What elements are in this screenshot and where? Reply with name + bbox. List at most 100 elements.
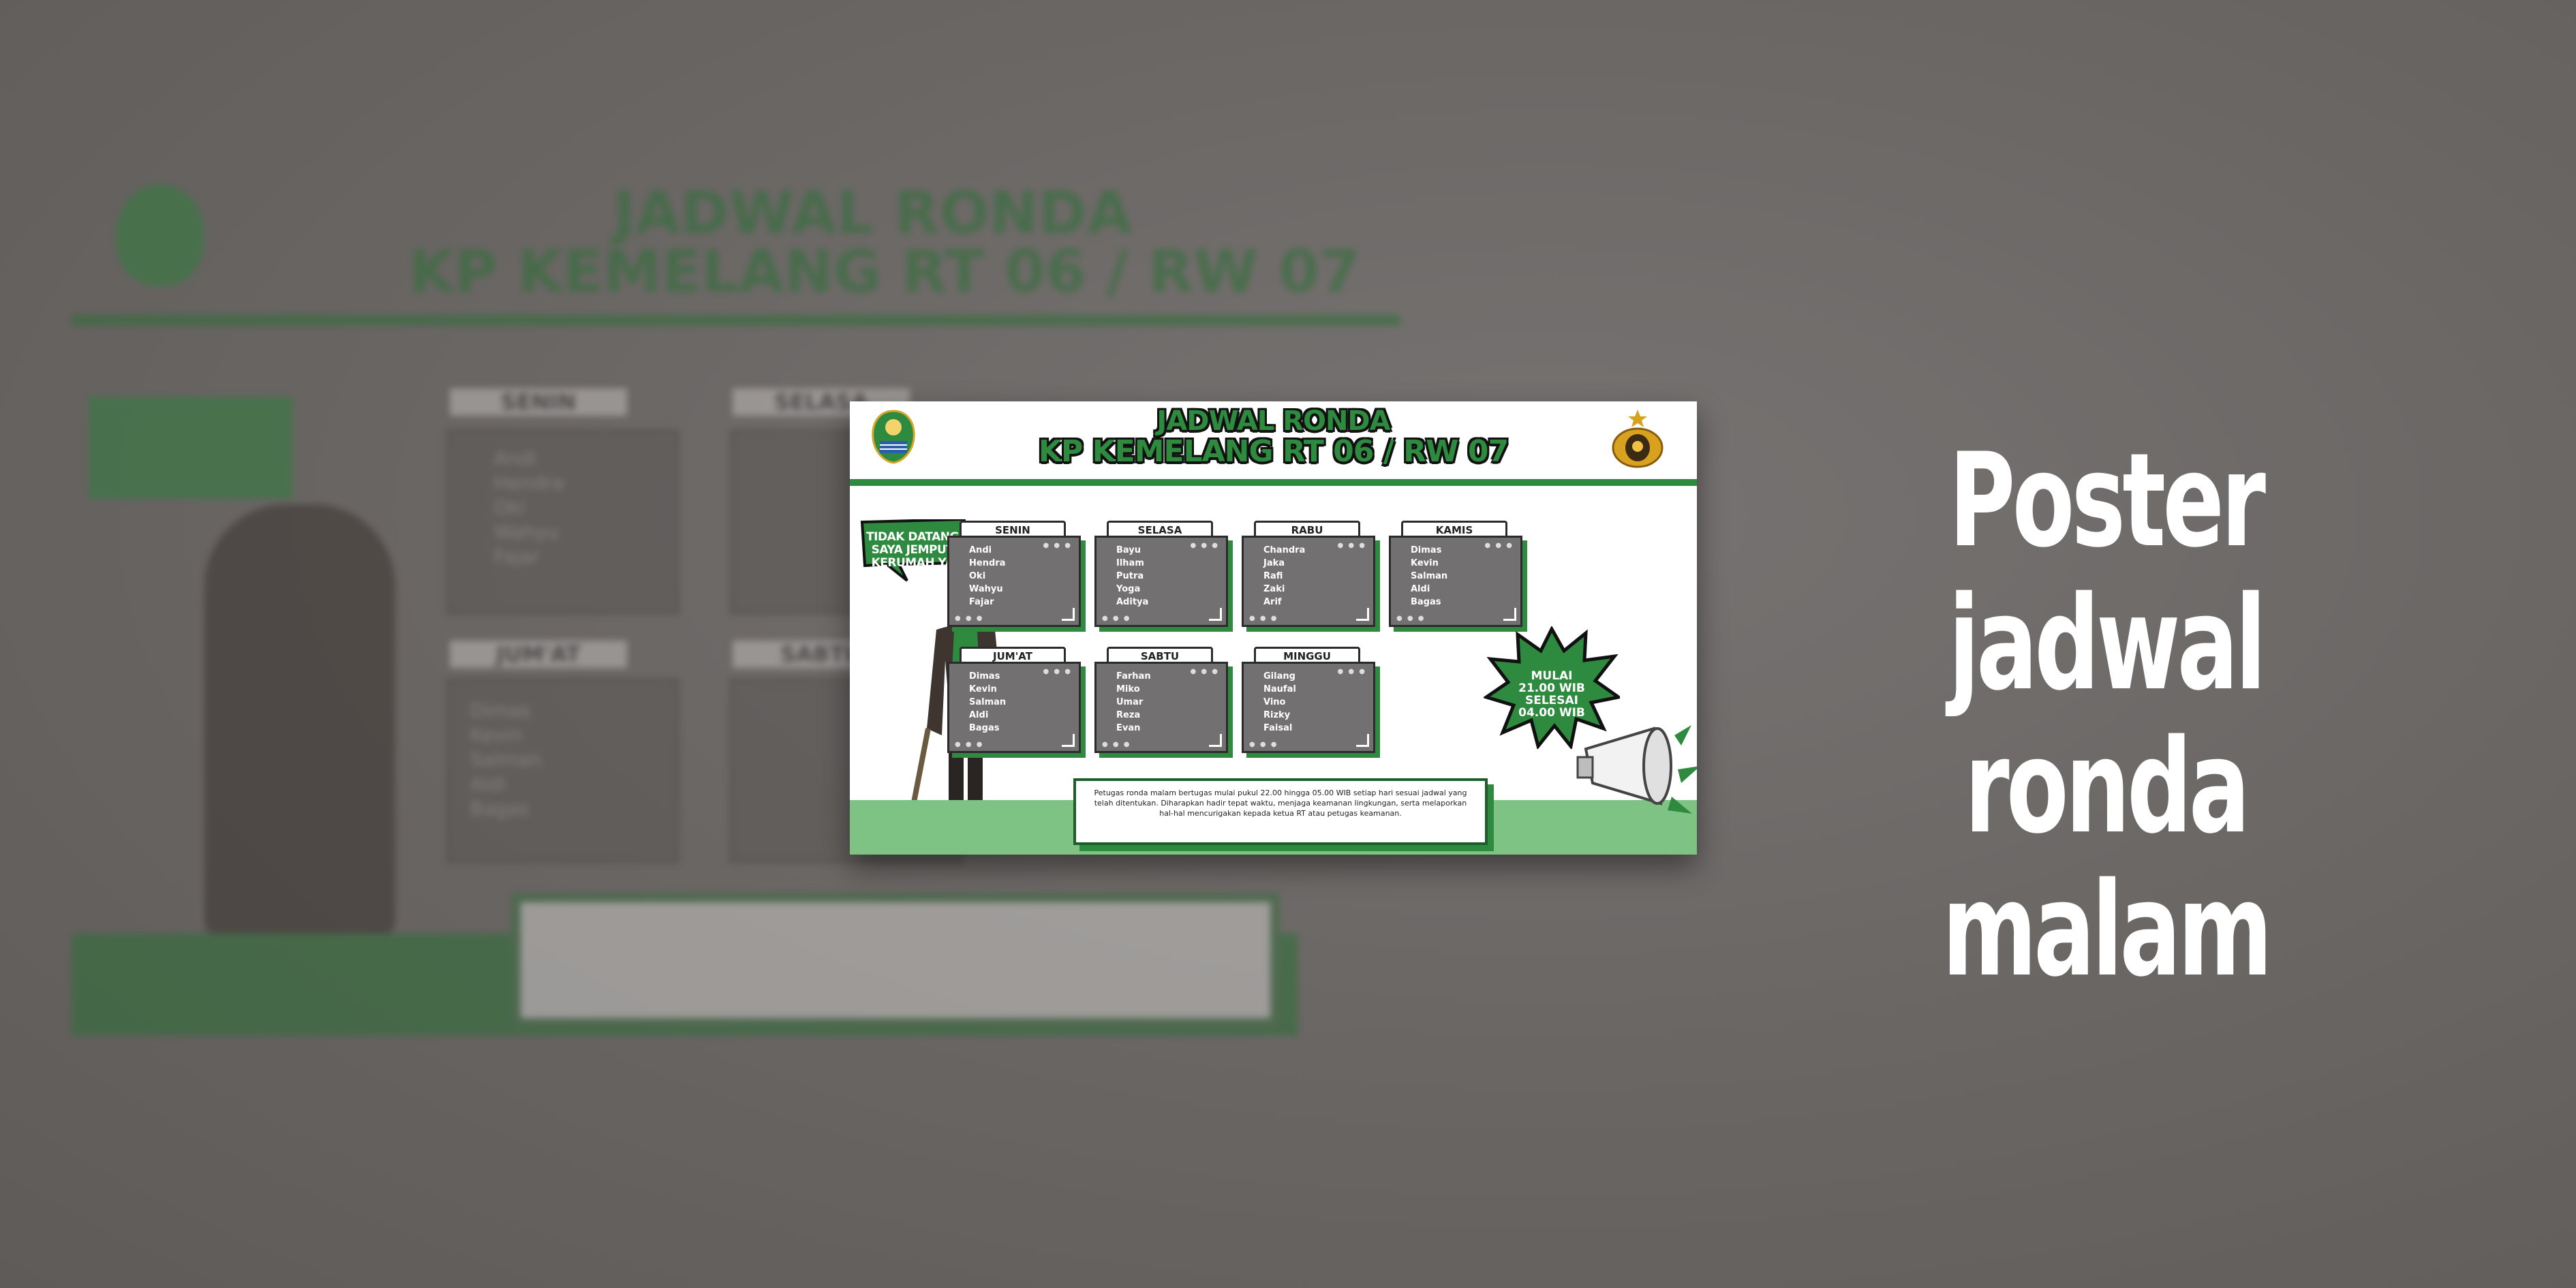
window-dots: ● ● ● bbox=[1190, 542, 1219, 549]
window-dots: ● ● ● bbox=[1396, 615, 1426, 622]
blurred-names-senin: Andi Hendra Oki Wahyu Fajar bbox=[494, 446, 564, 569]
window-dots: ● ● ● bbox=[1043, 542, 1072, 549]
day-card-minggu: MINGGU ● ● ● ● ● ● Gilang Naufal Vino Ri… bbox=[1242, 647, 1378, 756]
time-line: SELESAI bbox=[1524, 694, 1579, 707]
note-text: Petugas ronda malam bertugas mulai pukul… bbox=[1094, 788, 1467, 818]
window-dots: ● ● ● bbox=[1043, 668, 1072, 675]
member-name: Dimas bbox=[1411, 545, 1442, 555]
headline-line: Poster bbox=[1948, 425, 2266, 576]
blurred-title-line1: JADWAL RONDA bbox=[613, 179, 1133, 247]
day-card-rabu: RABU ● ● ● ● ● ● Chandra Jaka Rafi Zaki … bbox=[1242, 521, 1378, 630]
window-dots: ● ● ● bbox=[1102, 615, 1131, 622]
member-name: Salman bbox=[1411, 571, 1448, 581]
member-name: Rizky bbox=[1263, 710, 1291, 720]
member-list: Chandra Jaka Rafi Zaki Arif bbox=[1263, 544, 1305, 609]
poster: JADWAL RONDA KP KEMELANG RT 06 / RW 07 T… bbox=[850, 401, 1697, 855]
note-box: Petugas ronda malam bertugas mulai pukul… bbox=[1073, 778, 1488, 845]
window-dots: ● ● ● bbox=[955, 741, 984, 748]
window-dots: ● ● ● bbox=[1102, 741, 1131, 748]
day-card-sabtu: SABTU ● ● ● ● ● ● Farhan Miko Umar Reza … bbox=[1094, 647, 1231, 756]
blurred-name: Andi bbox=[494, 447, 537, 470]
member-name: Arif bbox=[1263, 597, 1282, 607]
megaphone-icon bbox=[1576, 725, 1697, 814]
blurred-figure bbox=[204, 504, 395, 940]
day-box: ● ● ● ● ● ● bbox=[1242, 536, 1375, 627]
member-name: Ilham bbox=[1116, 558, 1144, 568]
blurred-rule bbox=[72, 315, 1400, 326]
member-name: Kevin bbox=[1411, 558, 1439, 568]
corner-bracket bbox=[1356, 608, 1369, 621]
member-list: Andi Hendra Oki Wahyu Fajar bbox=[969, 544, 1005, 609]
member-name: Faisal bbox=[1263, 723, 1293, 733]
day-box: ● ● ● ● ● ● bbox=[947, 536, 1081, 627]
time-line: MULAI bbox=[1531, 669, 1573, 683]
window-dots: ● ● ● bbox=[1337, 668, 1366, 675]
blurred-name: Fajar bbox=[494, 545, 540, 568]
member-name: Gilang bbox=[1263, 671, 1295, 681]
member-name: Hendra bbox=[969, 558, 1006, 568]
member-list: Dimas Kevin Salman Aldi Bagas bbox=[1411, 544, 1447, 609]
member-list: Farhan Miko Umar Reza Evan bbox=[1116, 670, 1151, 735]
window-dots: ● ● ● bbox=[1484, 542, 1514, 549]
day-box: ● ● ● ● ● ● bbox=[947, 662, 1081, 753]
blurred-emblem-icon bbox=[116, 184, 204, 286]
member-name: Vino bbox=[1263, 697, 1286, 707]
member-name: Wahyu bbox=[969, 584, 1003, 594]
corner-bracket bbox=[1503, 608, 1516, 621]
member-name: Fajar bbox=[969, 597, 994, 607]
member-name: Bagas bbox=[969, 723, 1000, 733]
window-dots: ● ● ● bbox=[1249, 741, 1278, 748]
member-name: Salman bbox=[969, 697, 1007, 707]
headline-line: malam bbox=[1942, 855, 2273, 1005]
corner-bracket bbox=[1062, 734, 1075, 747]
blurred-speech-bubble bbox=[89, 397, 293, 499]
corner-bracket bbox=[1356, 734, 1369, 747]
member-list: Dimas Kevin Salman Aldi Bagas bbox=[969, 670, 1006, 735]
member-name: Yoga bbox=[1116, 584, 1141, 594]
day-box: ● ● ● ● ● ● bbox=[1242, 662, 1375, 753]
headline-line: jadwal ronda bbox=[1948, 568, 2266, 862]
member-name: Reza bbox=[1116, 710, 1141, 720]
blurred-name: Wahyu bbox=[494, 521, 559, 543]
day-box: ● ● ● ● ● ● bbox=[1094, 536, 1228, 627]
member-list: Bayu Ilham Putra Yoga Aditya bbox=[1116, 544, 1148, 609]
blurred-name: Salman bbox=[470, 748, 542, 771]
blurred-name: Dimas bbox=[470, 699, 531, 722]
member-name: Kevin bbox=[969, 684, 997, 694]
blurred-name: Oki bbox=[494, 496, 526, 519]
time-badge-text: MULAI 21.00 WIB SELESAI 04.00 WIB bbox=[1496, 670, 1608, 719]
corner-bracket bbox=[1062, 608, 1075, 621]
blurred-name: Bagas bbox=[470, 797, 529, 820]
member-name: Bagas bbox=[1411, 597, 1441, 607]
member-list: Gilang Naufal Vino Rizky Faisal bbox=[1263, 670, 1296, 735]
time-line: 04.00 WIB bbox=[1518, 706, 1585, 720]
member-name: Aditya bbox=[1116, 597, 1149, 607]
member-name: Bayu bbox=[1116, 545, 1141, 555]
member-name: Putra bbox=[1116, 571, 1144, 581]
member-name: Evan bbox=[1116, 723, 1141, 733]
member-name: Dimas bbox=[969, 671, 1000, 681]
day-box: ● ● ● ● ● ● bbox=[1389, 536, 1522, 627]
member-name: Aldi bbox=[969, 710, 989, 720]
blurred-title: JADWAL RONDA KP KEMELANG RT 06 / RW 07 bbox=[409, 184, 1360, 301]
police-emblem-icon bbox=[1612, 410, 1663, 468]
member-name: Miko bbox=[1116, 684, 1140, 694]
blurred-name: Hendra bbox=[494, 472, 564, 494]
member-name: Zaki bbox=[1263, 584, 1285, 594]
member-name: Umar bbox=[1116, 697, 1144, 707]
blurred-names-jumat: Dimas Kevin Salman Aldi Bagas bbox=[470, 699, 542, 821]
blurred-tab-jumat: JUM'AT bbox=[450, 641, 627, 668]
day-card-jumat: JUM'AT ● ● ● ● ● ● Dimas Kevin Salman Al… bbox=[947, 647, 1084, 756]
member-name: Andi bbox=[969, 545, 992, 555]
poster-title-line1: JADWAL RONDA bbox=[1156, 405, 1390, 437]
headline: Poster jadwal ronda malam bbox=[1745, 429, 2467, 1002]
time-line: 21.00 WIB bbox=[1518, 681, 1585, 695]
window-dots: ● ● ● bbox=[955, 615, 984, 622]
blurred-title-line2: KP KEMELANG RT 06 / RW 07 bbox=[409, 238, 1360, 306]
window-dots: ● ● ● bbox=[1249, 615, 1278, 622]
blurred-tab-senin: SENIN bbox=[450, 388, 627, 416]
member-name: Chandra bbox=[1263, 545, 1306, 555]
member-name: Farhan bbox=[1116, 671, 1151, 681]
day-card-senin: SENIN ● ● ● ● ● ● Andi Hendra Oki Wahyu … bbox=[947, 521, 1084, 630]
member-name: Naufal bbox=[1263, 684, 1296, 694]
